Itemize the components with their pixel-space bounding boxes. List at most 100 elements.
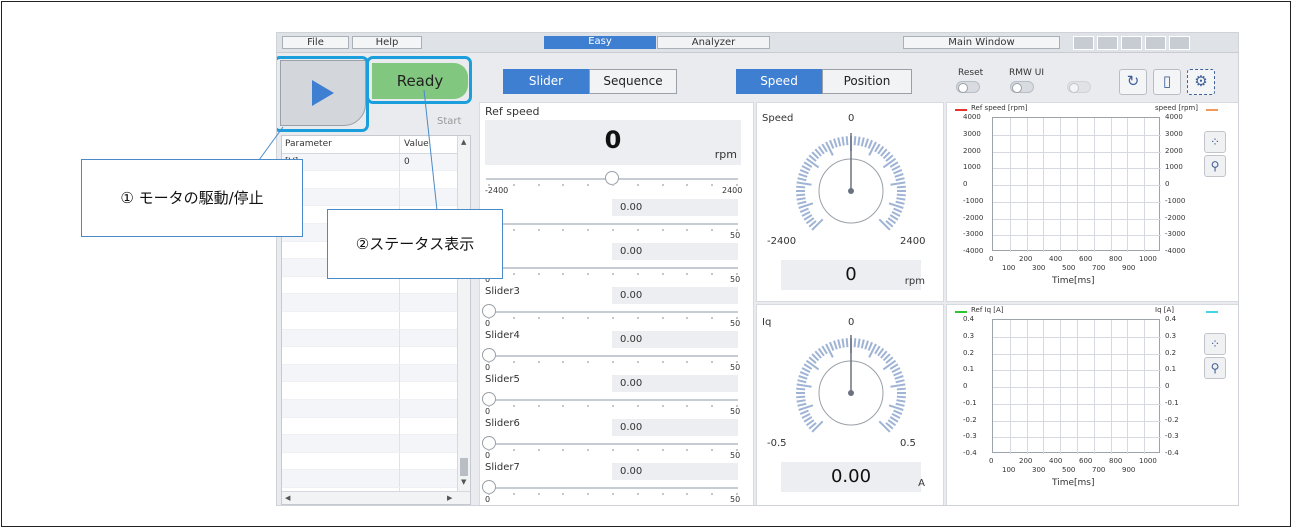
book-icon[interactable]: ▯ [1153,69,1181,95]
slider-max: 50 [730,407,741,416]
table-row[interactable] [282,347,470,365]
scroll-left-icon[interactable]: ◀ [285,494,290,502]
gauge-tick [889,161,899,168]
layout-cascade-icon[interactable] [1097,36,1118,50]
value-cell[interactable]: 0 [400,154,410,171]
slider-track[interactable] [486,355,738,357]
gauge-tick [845,338,849,348]
gauge-tick [860,339,865,349]
history-icon[interactable]: ↻ [1119,69,1147,95]
tick-mark [512,405,515,407]
ref-speed-label: Ref speed [485,105,540,118]
slider-track[interactable] [486,399,738,401]
iq-grid-toggle-icon[interactable]: ⁘ [1204,333,1226,355]
speed-legend-right-swatch [1206,109,1218,111]
slider-knob[interactable] [482,436,496,450]
tick-mark [587,405,590,407]
gauge-tick [841,338,845,348]
tick-mark [562,317,565,319]
vertical-scrollbar[interactable]: ▲ ▼ [457,136,470,492]
iq-zoom-icon[interactable]: ⚲ [1204,357,1226,379]
gauge-tick [799,371,809,377]
speed-xtick: 700 [1092,264,1106,272]
iq-ytick-right: -0.1 [1165,398,1179,407]
main-window-button[interactable]: Main Window [903,36,1060,49]
tick-mark [686,184,689,186]
table-row[interactable] [282,399,470,418]
gauge-tick [797,402,807,407]
ref-speed-knob[interactable] [605,171,619,185]
table-row[interactable] [282,452,470,471]
table-row[interactable]: [V]0 [282,153,470,172]
tab-position[interactable]: Position [822,69,912,94]
slider-knob[interactable] [482,348,496,362]
scroll-right-icon[interactable]: ▶ [447,494,452,502]
table-row[interactable] [282,382,470,400]
table-row[interactable] [282,294,470,312]
table-row[interactable] [282,329,470,348]
tick-mark [686,405,689,407]
table-row[interactable] [282,364,470,383]
easy-mode-tab[interactable]: Easy [544,36,656,49]
tick-mark [661,405,664,407]
rmw-ui-toggle[interactable] [1010,81,1034,93]
layout-float-icon[interactable] [1169,36,1190,50]
tick-mark [512,184,515,186]
iq-chart-plot[interactable] [992,319,1161,454]
speed-grid-toggle-icon[interactable]: ⁘ [1204,131,1226,153]
slider-knob[interactable] [482,392,496,406]
layout-horizontal-icon[interactable] [1121,36,1142,50]
analyzer-mode-tab[interactable]: Analyzer [657,36,770,49]
settings-icon[interactable]: ⚙ [1187,69,1215,95]
scroll-thumb[interactable] [460,458,468,476]
iq-legend-left-swatch [955,311,967,313]
speed-xtick: 600 [1079,255,1093,263]
tick-mark [612,493,614,495]
iq-ytick-left: 0.3 [963,331,975,340]
table-row[interactable] [282,276,470,295]
tick-mark [711,449,714,451]
table-row[interactable] [282,171,470,189]
file-menu[interactable]: File [282,36,349,49]
slider-track[interactable] [486,267,738,269]
scroll-down-icon[interactable]: ▼ [461,478,466,486]
scroll-up-icon[interactable]: ▲ [461,138,466,146]
tick-mark [661,317,664,319]
slider-track[interactable] [486,223,738,225]
gridline [993,403,1161,405]
tab-speed[interactable]: Speed [736,69,822,94]
slider-track[interactable] [486,487,738,489]
tick-mark [661,229,664,231]
slider-track[interactable] [486,311,738,313]
slider-track[interactable] [486,443,738,445]
tab-sequence[interactable]: Sequence [589,69,677,94]
gridline [993,218,1161,220]
table-row[interactable] [282,435,470,453]
reset-toggle[interactable] [956,81,980,93]
gauge-tick [796,185,806,189]
gauge-tick [829,139,835,149]
speed-chart-plot[interactable] [992,117,1161,252]
layout-split-icon[interactable] [1073,36,1094,50]
table-row[interactable] [282,311,470,330]
parameter-table[interactable]: Parameter Value [V]0 ▲ ▼ ◀ ▶ [281,135,471,505]
table-row[interactable] [282,417,470,436]
speed-xtick: 1000 [1139,255,1157,263]
layout-vertical-icon[interactable] [1145,36,1166,50]
table-row[interactable] [282,470,470,488]
tab-slider[interactable]: Slider [503,69,589,94]
slider-knob[interactable] [482,304,496,318]
gauge-tick [801,165,811,172]
gauge-tick [857,338,861,348]
gridline [993,437,1161,439]
table-row[interactable] [282,188,470,207]
tick-mark [711,184,714,186]
slider-knob[interactable] [482,480,496,494]
tick-mark [537,361,540,363]
gauge-tick [799,409,809,415]
help-menu[interactable]: Help [352,36,422,49]
gauge-tick [878,218,891,231]
horizontal-scrollbar[interactable]: ◀ ▶ [282,491,470,504]
tick-mark [612,449,614,451]
speed-zoom-icon[interactable]: ⚲ [1204,155,1226,177]
